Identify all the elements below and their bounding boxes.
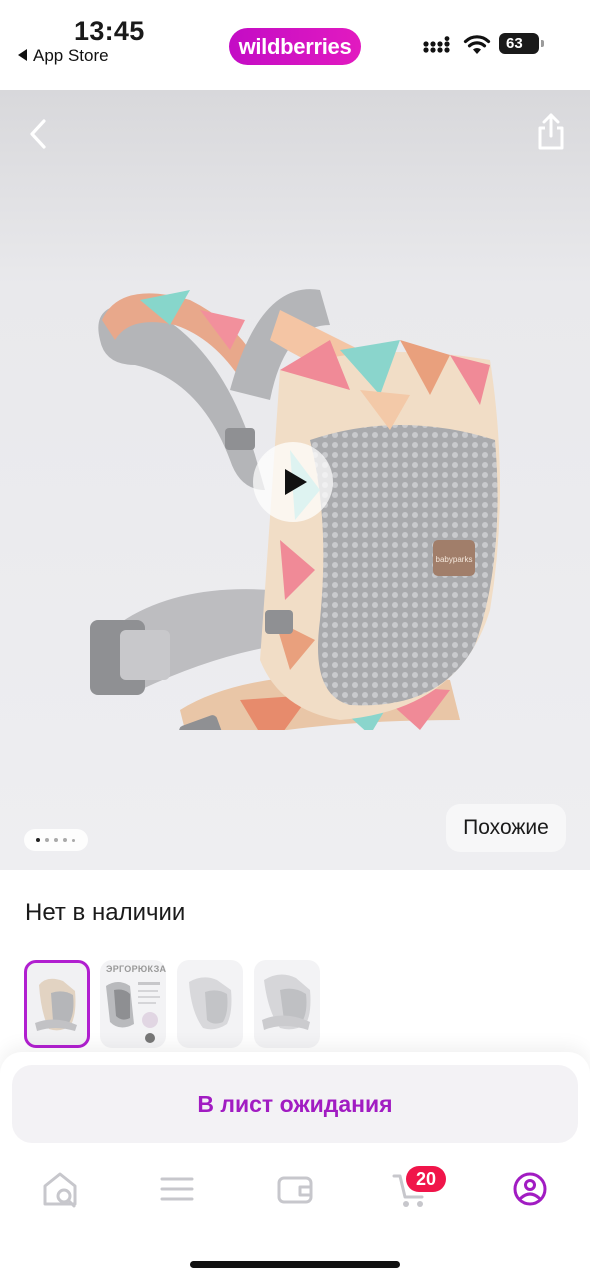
pagination-dot: [36, 838, 40, 842]
catalog-menu-icon: [160, 1177, 194, 1201]
thumbnail-caption: ЭРГОРЮКЗАК: [106, 964, 166, 974]
tab-profile[interactable]: [505, 1164, 555, 1214]
back-triangle-icon: [18, 49, 27, 61]
thumbnail-image: [189, 977, 232, 1030]
wifi-icon: [463, 35, 491, 54]
back-to-app-link[interactable]: App Store: [18, 46, 109, 66]
battery-indicator: 63: [499, 33, 544, 54]
thumbnail-image: [262, 974, 311, 1030]
cellular-signal-icon: [423, 36, 450, 53]
bottom-action-sheet: В лист ожидания: [0, 1052, 590, 1280]
thumbnail-image: [35, 978, 77, 1031]
back-arrow-icon[interactable]: [22, 116, 54, 152]
thumbnail-strip: ЭРГОРЮКЗАК: [24, 960, 334, 1050]
product-media-gallery[interactable]: babyparks Похожие: [0, 90, 590, 870]
bottom-tab-bar: [0, 1164, 590, 1224]
status-bar: 13:45 App Store wildberries 63: [0, 0, 590, 90]
product-logo-patch: babyparks: [436, 555, 473, 564]
thumbnail-1[interactable]: [24, 960, 90, 1048]
tab-home[interactable]: [35, 1164, 85, 1214]
home-indicator[interactable]: [190, 1261, 400, 1268]
back-app-label: App Store: [33, 46, 109, 65]
thumbnail-2[interactable]: ЭРГОРЮКЗАК: [100, 960, 166, 1048]
home-search-icon: [43, 1172, 77, 1208]
tab-catalog[interactable]: [152, 1164, 202, 1214]
pagination-dot: [72, 838, 75, 842]
tab-wallet[interactable]: [270, 1164, 320, 1214]
similar-products-button[interactable]: Похожие: [446, 804, 566, 852]
pagination-dot: [54, 838, 58, 842]
share-icon[interactable]: [534, 112, 568, 152]
wallet-icon: [277, 1176, 313, 1204]
thumbnail-3[interactable]: [177, 960, 243, 1048]
availability-status: Нет в наличии: [25, 899, 186, 926]
play-video-button[interactable]: [253, 442, 333, 522]
status-time: 13:45: [74, 16, 145, 46]
thumbnail-4[interactable]: [254, 960, 320, 1048]
brand-logo: wildberries: [229, 28, 361, 65]
add-to-waitlist-button[interactable]: В лист ожидания: [12, 1065, 578, 1143]
cart-count-badge: 20: [406, 1166, 446, 1192]
profile-icon: [513, 1172, 547, 1206]
pagination-dot: [45, 838, 49, 842]
pagination-dot: [63, 838, 67, 842]
gallery-pagination: [24, 829, 88, 851]
